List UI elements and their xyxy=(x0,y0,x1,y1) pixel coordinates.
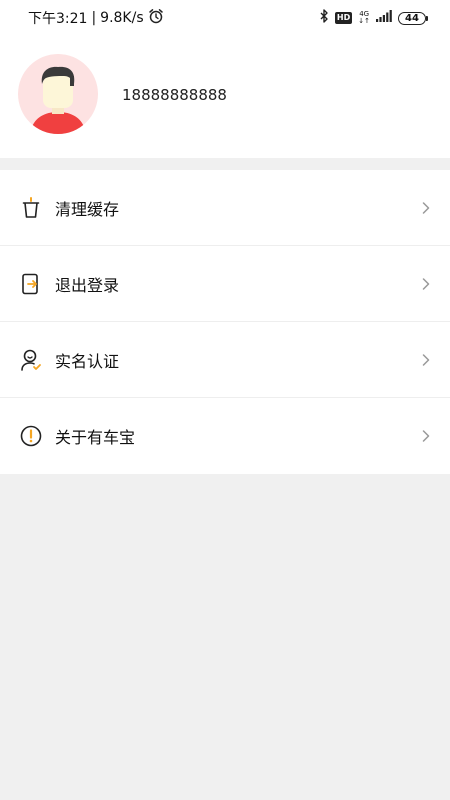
menu-label-logout: 退出登录 xyxy=(55,275,120,295)
battery-tip xyxy=(426,15,428,21)
status-right: HD 4G ↓↑ 44 xyxy=(319,9,428,27)
chevron-right-icon xyxy=(420,201,432,214)
menu-item-logout[interactable]: 退出登录 xyxy=(0,246,450,322)
settings-menu: 清理缓存 退出登录 实名认证 关于有车宝 xyxy=(0,170,450,474)
menu-label-verification: 实名认证 xyxy=(55,351,120,371)
battery-icon: 44 xyxy=(398,11,428,25)
chevron-right-icon xyxy=(420,430,432,442)
status-separator: | xyxy=(91,10,97,26)
alarm-icon xyxy=(148,8,164,28)
bluetooth-icon xyxy=(319,9,329,27)
status-left: 下午3:21 | 9.8K/s xyxy=(28,8,164,28)
menu-item-real-name-verification[interactable]: 实名认证 xyxy=(0,322,450,398)
menu-label-clear-cache: 清理缓存 xyxy=(55,199,120,219)
menu-item-clear-cache[interactable]: 清理缓存 xyxy=(0,170,450,246)
info-icon xyxy=(19,424,43,448)
avatar-illustration xyxy=(30,66,86,134)
battery-level: 44 xyxy=(398,11,426,25)
status-speed: 9.8K/s xyxy=(100,10,144,26)
signal-icon xyxy=(376,10,392,26)
menu-item-about[interactable]: 关于有车宝 xyxy=(0,398,450,474)
network-arrows: ↓↑ xyxy=(358,17,370,25)
status-time: 下午3:21 xyxy=(28,11,88,27)
network-label: 4G ↓↑ xyxy=(358,11,370,25)
hd-icon: HD xyxy=(334,12,353,24)
verify-user-icon xyxy=(19,348,43,372)
status-bar: 下午3:21 | 9.8K/s HD 4G ↓↑ 44 xyxy=(0,0,450,36)
menu-label-about: 关于有车宝 xyxy=(55,428,136,447)
avatar[interactable] xyxy=(18,54,98,134)
trash-icon xyxy=(19,196,43,220)
profile-header[interactable]: 18888888888 xyxy=(0,36,450,158)
chevron-right-icon xyxy=(420,353,432,366)
logout-icon xyxy=(19,272,43,296)
chevron-right-icon xyxy=(420,277,432,290)
user-phone: 18888888888 xyxy=(122,86,227,104)
